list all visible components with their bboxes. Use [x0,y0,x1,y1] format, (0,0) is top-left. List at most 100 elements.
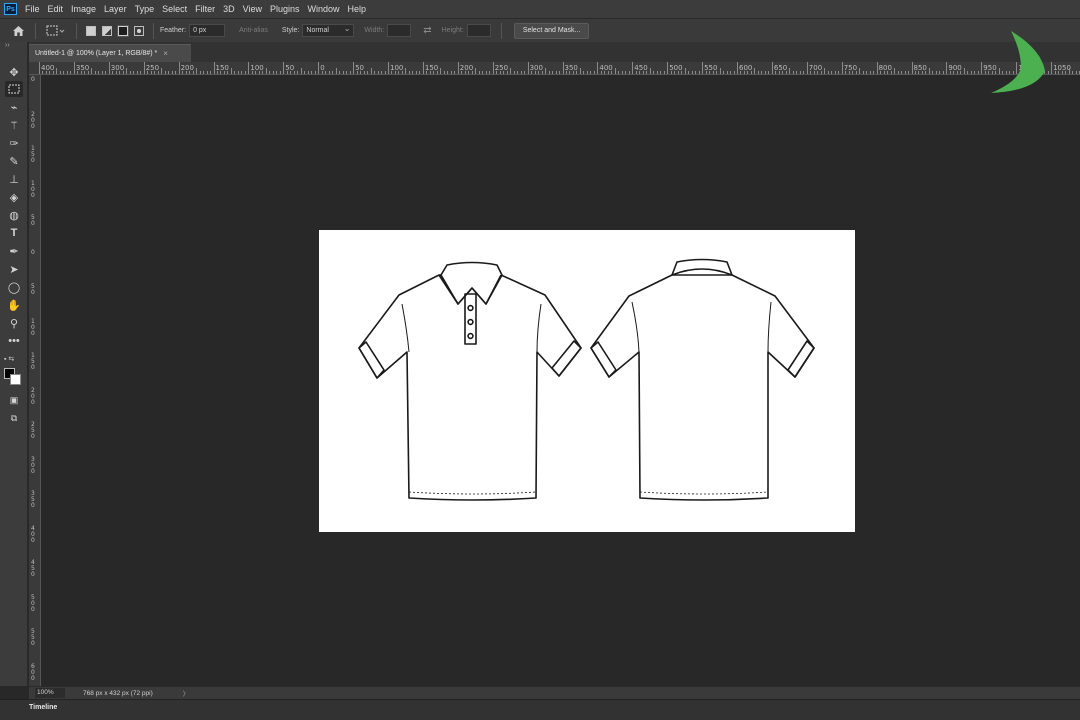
chevron-right-icon[interactable]: 〉 [183,688,190,698]
feather-input[interactable]: 0 px [189,24,226,37]
menu-edit[interactable]: Edit [48,4,64,14]
ruler-tick [883,71,885,74]
canvas-area[interactable] [41,75,1080,686]
menu-select[interactable]: Select [162,4,187,14]
ruler-tick [796,71,798,74]
document-canvas[interactable] [319,230,855,532]
clone-stamp-icon[interactable]: ⊥ [5,171,23,187]
ruler-tick [206,71,208,74]
ruler-label: 200 [31,386,35,406]
ruler-tick [63,71,65,74]
vertical-ruler[interactable]: 0 200 150 100 50 0 50 100 150 200 250 300 350 400 450 5… [29,75,41,686]
ruler-tick [388,62,389,74]
menu-file[interactable]: File [25,4,40,14]
pen-icon[interactable]: ✒ [5,243,23,259]
timeline-tab[interactable]: Timeline [29,704,57,711]
document-tab[interactable]: Untitled-1 @ 100% (Layer 1, RGB/8#) * × [29,44,191,62]
screen-mode-icon[interactable]: ⧉ [5,410,23,426]
menu-view[interactable]: View [243,4,262,14]
zoom-level[interactable]: 100% [35,688,65,698]
menu-help[interactable]: Help [348,4,367,14]
ruler-tick [674,71,676,74]
antialias-checkbox[interactable]: Anti-alias [239,27,268,34]
move-icon[interactable]: ✥ [5,64,23,80]
type-icon[interactable]: T [5,225,23,241]
menu-window[interactable]: Window [308,4,340,14]
ruler-tick [1072,71,1074,74]
ruler-tick [960,71,962,74]
ruler-tick [300,68,302,74]
ruler-tick [171,71,173,74]
path-selection-icon[interactable]: ➤ [5,261,23,277]
menu-type[interactable]: Type [135,4,155,14]
brush-icon[interactable]: ✎ [5,153,23,169]
photoshop-logo: Ps [4,3,17,15]
ruler-tick [185,71,187,74]
ruler-tick [831,71,833,74]
ruler-tick [279,71,281,74]
ruler-tick [237,71,239,74]
paint-bucket-icon[interactable]: ◍ [5,207,23,223]
ruler-tick [475,68,477,74]
ruler-tick [921,71,923,74]
height-input[interactable] [466,24,491,37]
ruler-tick [384,71,386,74]
ruler-tick [262,71,264,74]
ruler-tick [443,71,445,74]
ruler-tick [415,71,417,74]
ruler-tick [977,71,979,74]
width-input[interactable] [387,24,412,37]
ruler-tick [436,71,438,74]
ruler-tick [524,71,526,74]
ruler-tick [834,71,836,74]
ellipse-icon[interactable]: ◯ [5,279,23,295]
collapse-icon[interactable]: ›› [5,42,10,49]
ruler-tick [632,62,634,74]
ruler-tick [939,71,941,74]
menu-layer[interactable]: Layer [104,4,127,14]
ruler-tick [869,71,871,74]
subtract-from-selection-icon[interactable] [117,24,129,37]
ruler-tick [604,71,606,74]
add-to-selection-icon[interactable] [102,25,112,36]
ruler-label: 250 [31,421,35,440]
ruler-tick [70,71,72,74]
ruler-tick [101,71,103,74]
horizontal-ruler[interactable]: 400 350 300 250 200 150 100 50 0 50 100 150 200 250 30… [29,62,1080,75]
quick-mask-icon[interactable]: ▣ [5,392,23,408]
ruler-label: 450 [31,559,35,578]
ruler-tick [269,71,271,74]
menu-3d[interactable]: 3D [223,4,235,14]
select-and-mask-button[interactable]: Select and Mask... [513,22,590,39]
eraser-icon[interactable]: ◈ [5,189,23,205]
swap-colors-icon[interactable]: ▪ ⇆ [4,355,14,363]
lasso-icon[interactable]: ⌁ [5,99,23,115]
zoom-icon[interactable]: ⚲ [5,315,23,331]
menu-filter[interactable]: Filter [195,4,215,14]
style-select[interactable]: Normal [302,23,355,37]
ruler-tick [398,71,400,74]
new-selection-icon[interactable] [86,25,96,36]
eyedropper-icon[interactable]: ✑ [5,135,23,151]
ruler-tick [953,71,955,74]
menu-plugins[interactable]: Plugins [270,4,300,14]
more-tools-icon[interactable]: ••• [5,333,23,349]
background-color-swatch[interactable] [10,374,21,385]
ruler-tick [600,71,602,74]
hand-icon[interactable]: ✋ [5,297,23,313]
ruler-tick [119,71,121,74]
ruler-tick [178,62,180,74]
ruler-tick [440,68,442,74]
home-icon[interactable] [12,25,25,37]
rectangular-marquee-icon[interactable] [5,81,23,97]
swap-icon[interactable]: ⇄ [423,25,431,36]
magic-wand-icon[interactable]: ⚚ [5,117,23,133]
ruler-tick [667,62,669,74]
close-icon[interactable]: × [163,49,168,58]
ruler-tick [346,71,348,74]
menu-image[interactable]: Image [71,4,96,14]
ruler-tick [318,62,320,74]
ruler-tick [157,71,159,74]
intersect-selection-icon[interactable] [134,25,144,36]
rectangular-marquee-icon[interactable] [46,25,66,37]
